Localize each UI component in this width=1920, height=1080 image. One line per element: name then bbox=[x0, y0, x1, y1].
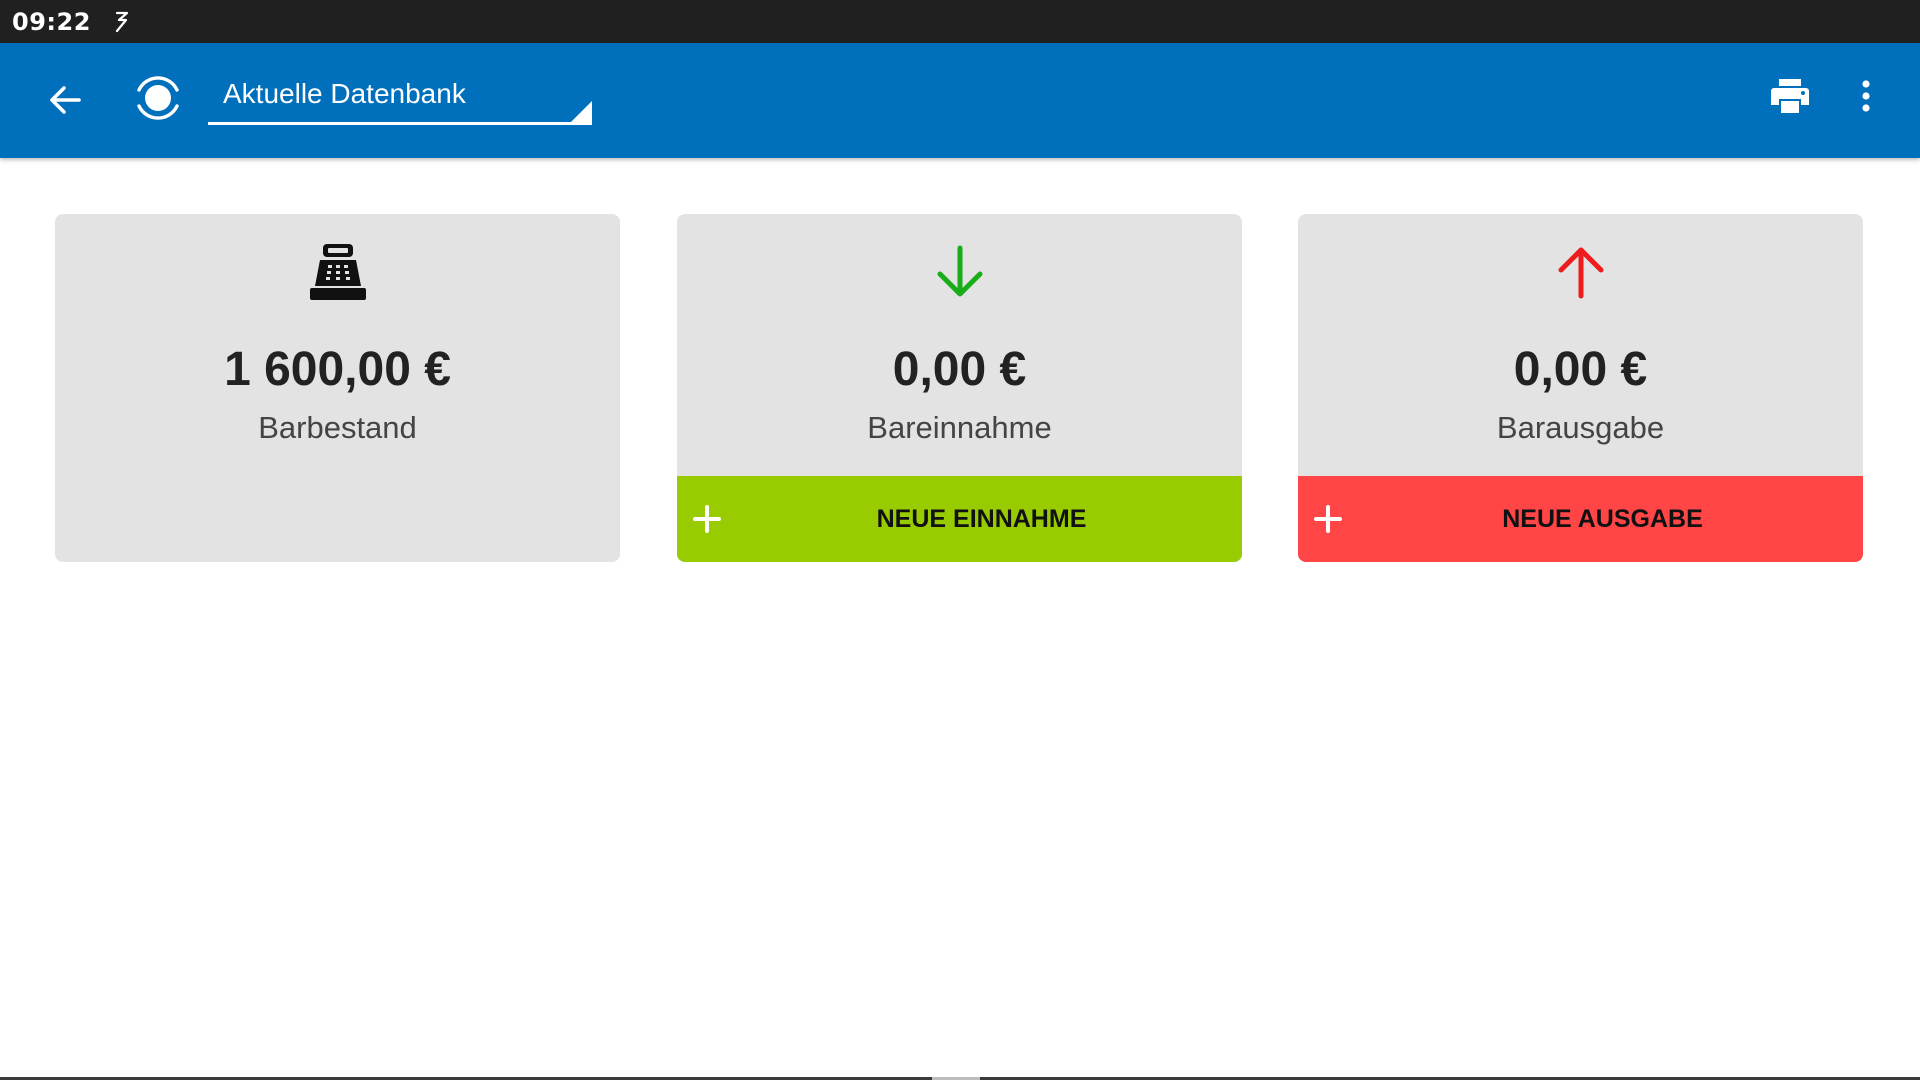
arrow-down-icon bbox=[677, 242, 1242, 302]
more-options-button[interactable] bbox=[1852, 72, 1880, 120]
cash-income-label: Bareinnahme bbox=[867, 410, 1052, 445]
more-vert-icon bbox=[1862, 80, 1870, 112]
new-expense-label: NEUE AUSGABE bbox=[1502, 505, 1703, 533]
back-button[interactable] bbox=[36, 71, 94, 129]
cash-balance-value: 1 600,00 € bbox=[224, 343, 451, 396]
database-select-underline bbox=[208, 122, 592, 125]
card-cash-income: 0,00 € Bareinnahme NEUE EINNAHME bbox=[677, 214, 1242, 562]
new-income-button[interactable]: NEUE EINNAHME bbox=[677, 476, 1242, 562]
new-expense-button[interactable]: NEUE AUSGABE bbox=[1298, 476, 1863, 562]
cash-income-value: 0,00 € bbox=[892, 343, 1027, 396]
cash-register-icon bbox=[55, 242, 620, 302]
app-bar: Aktuelle Datenbank bbox=[0, 43, 1920, 158]
print-button[interactable] bbox=[1766, 72, 1814, 120]
status-time: 09:22 bbox=[12, 7, 91, 36]
sync-icon bbox=[111, 10, 133, 34]
arrow-back-icon bbox=[50, 86, 81, 114]
printer-icon bbox=[1771, 79, 1809, 113]
status-bar: 09:22 bbox=[0, 0, 1920, 43]
card-cash-expense: 0,00 € Barausgabe NEUE AUSGABE bbox=[1298, 214, 1863, 562]
arrow-up-icon bbox=[1298, 242, 1863, 302]
cash-balance-label: Barbestand bbox=[258, 410, 417, 445]
new-income-label: NEUE EINNAHME bbox=[876, 505, 1087, 533]
dropdown-triangle-icon bbox=[568, 101, 592, 125]
database-select[interactable]: Aktuelle Datenbank bbox=[208, 69, 592, 125]
card-cash-balance: 1 600,00 € Barbestand bbox=[55, 214, 620, 562]
database-select-value: Aktuelle Datenbank bbox=[223, 78, 466, 109]
cash-expense-label: Barausgabe bbox=[1496, 410, 1665, 445]
cash-expense-value: 0,00 € bbox=[1513, 343, 1648, 396]
app-logo-icon bbox=[130, 68, 186, 128]
